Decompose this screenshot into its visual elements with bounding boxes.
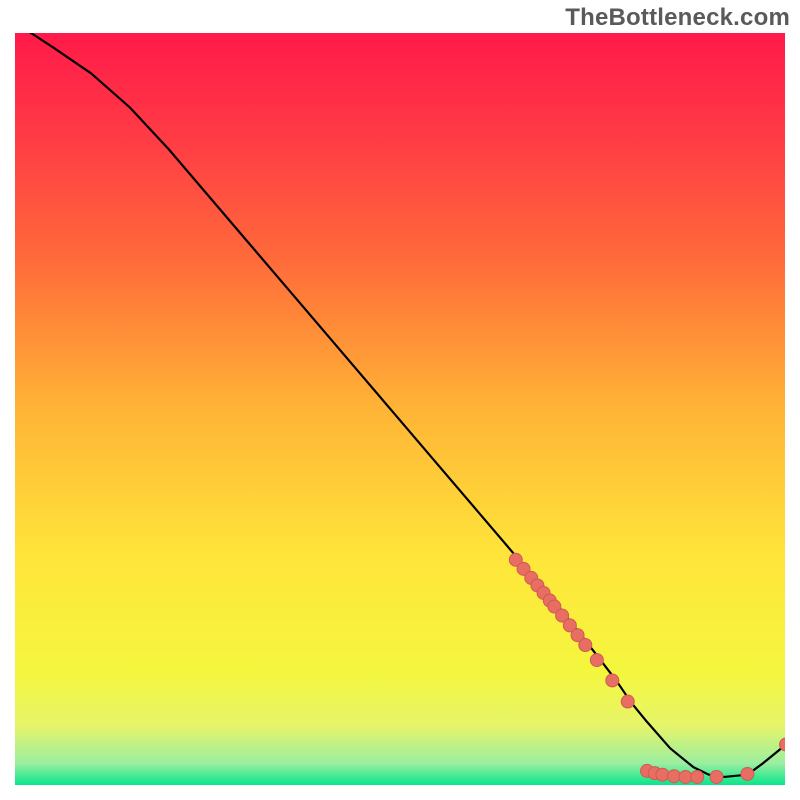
data-marker bbox=[668, 770, 681, 783]
data-marker bbox=[621, 695, 634, 708]
data-marker bbox=[606, 674, 619, 687]
data-marker bbox=[741, 767, 754, 780]
watermark-text: TheBottleneck.com bbox=[565, 4, 790, 32]
data-marker bbox=[656, 768, 669, 781]
data-marker bbox=[579, 639, 592, 652]
data-marker bbox=[710, 770, 723, 783]
bottleneck-chart bbox=[14, 32, 786, 786]
chart-container: TheBottleneck.com bbox=[0, 0, 800, 800]
plot-area bbox=[14, 32, 786, 786]
data-marker bbox=[679, 770, 692, 783]
data-marker bbox=[691, 770, 704, 783]
data-marker bbox=[590, 654, 603, 667]
gradient-background bbox=[14, 32, 786, 786]
